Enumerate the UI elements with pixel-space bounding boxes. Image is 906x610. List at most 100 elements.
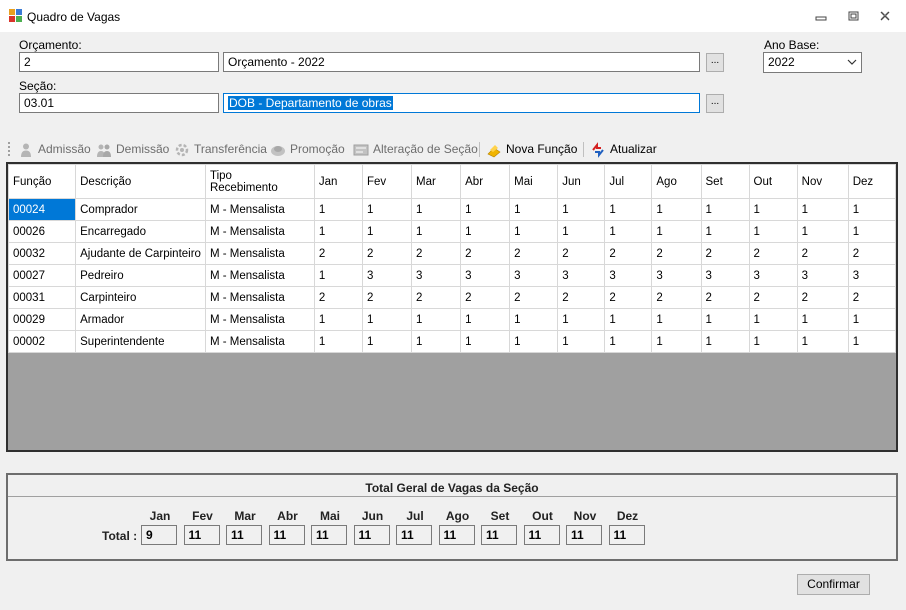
table-cell[interactable]: 1 bbox=[796, 308, 849, 331]
table-row[interactable]: 00026 Encarregado M - Mensalista 1 1 1 1 1 1 1 1 1 1… bbox=[8, 220, 896, 243]
total-value-field[interactable]: 11 bbox=[608, 525, 645, 545]
orcamento-code-field[interactable]: 2 bbox=[19, 52, 219, 72]
table-cell[interactable]: 2 bbox=[509, 286, 559, 309]
table-cell[interactable]: 1 bbox=[700, 220, 750, 243]
column-header[interactable]: Out bbox=[748, 164, 798, 199]
table-cell[interactable]: Ajudante de Carpinteiro bbox=[75, 242, 206, 265]
table-cell[interactable]: 1 bbox=[557, 220, 606, 243]
table-cell[interactable]: 1 bbox=[509, 308, 559, 331]
table-cell[interactable]: 3 bbox=[700, 264, 750, 287]
table-cell[interactable]: 2 bbox=[411, 242, 462, 265]
total-value-field[interactable]: 11 bbox=[311, 525, 347, 545]
table-cell[interactable]: 1 bbox=[748, 220, 798, 243]
table-cell[interactable]: 00002 bbox=[8, 330, 77, 353]
atualizar-button[interactable]: Atualizar bbox=[590, 141, 662, 159]
table-cell[interactable]: M - Mensalista bbox=[204, 286, 315, 309]
nova-funcao-button[interactable]: Nova Função bbox=[486, 141, 578, 159]
table-cell[interactable]: 2 bbox=[796, 286, 849, 309]
table-cell[interactable]: 1 bbox=[411, 198, 462, 221]
table-cell[interactable]: 1 bbox=[313, 330, 363, 353]
table-cell[interactable]: 2 bbox=[557, 242, 606, 265]
total-value-field[interactable]: 11 bbox=[481, 525, 517, 545]
secao-browse-button[interactable]: ... bbox=[706, 94, 724, 113]
table-cell[interactable]: 1 bbox=[748, 308, 798, 331]
table-cell[interactable]: 1 bbox=[361, 220, 413, 243]
table-cell[interactable]: 3 bbox=[557, 264, 606, 287]
table-cell[interactable]: 3 bbox=[748, 264, 798, 287]
table-row[interactable]: 00031 Carpinteiro M - Mensalista 2 2 2 2 2 2 2 2 2 2… bbox=[8, 286, 896, 309]
table-cell[interactable]: 1 bbox=[557, 308, 606, 331]
table-cell[interactable]: 00024 bbox=[8, 198, 77, 221]
column-header[interactable]: Fev bbox=[361, 164, 413, 199]
table-cell[interactable]: M - Mensalista bbox=[204, 198, 315, 221]
table-cell[interactable]: 2 bbox=[460, 286, 511, 309]
table-cell[interactable]: 3 bbox=[411, 264, 462, 287]
toolbar-grip[interactable] bbox=[8, 142, 11, 156]
table-cell[interactable]: 2 bbox=[313, 242, 363, 265]
table-cell[interactable]: 00029 bbox=[8, 308, 77, 331]
admissao-button[interactable]: Admissão bbox=[18, 141, 94, 159]
table-cell[interactable]: 1 bbox=[651, 308, 702, 331]
orcamento-description-field[interactable]: Orçamento - 2022 bbox=[223, 52, 700, 72]
total-value-field[interactable]: 11 bbox=[396, 525, 432, 545]
table-cell[interactable]: 1 bbox=[796, 330, 849, 353]
table-cell[interactable]: 2 bbox=[748, 242, 798, 265]
table-cell[interactable]: 1 bbox=[651, 198, 702, 221]
ano-base-select[interactable]: 2022 bbox=[763, 52, 862, 73]
table-cell[interactable]: 00032 bbox=[8, 242, 77, 265]
total-value-field[interactable]: 11 bbox=[353, 525, 390, 545]
table-cell[interactable]: 1 bbox=[604, 198, 653, 221]
table-cell[interactable]: 1 bbox=[651, 220, 702, 243]
column-header[interactable]: Mar bbox=[411, 164, 462, 199]
table-cell[interactable]: 2 bbox=[361, 242, 413, 265]
total-value-field[interactable]: 11 bbox=[268, 525, 305, 545]
table-cell[interactable]: 3 bbox=[460, 264, 511, 287]
table-cell[interactable]: Superintendente bbox=[75, 330, 206, 353]
table-cell[interactable]: 2 bbox=[651, 286, 702, 309]
confirm-button[interactable]: Confirmar bbox=[797, 574, 870, 595]
table-cell[interactable]: Carpinteiro bbox=[75, 286, 206, 309]
column-header[interactable]: Dez bbox=[847, 164, 896, 199]
column-header[interactable]: Set bbox=[700, 164, 750, 199]
table-cell[interactable]: 2 bbox=[411, 286, 462, 309]
table-cell[interactable]: 2 bbox=[557, 286, 606, 309]
table-cell[interactable]: 2 bbox=[748, 286, 798, 309]
table-cell[interactable]: 2 bbox=[509, 242, 559, 265]
table-cell[interactable]: 1 bbox=[847, 330, 896, 353]
maximize-icon[interactable] bbox=[845, 9, 861, 23]
table-row[interactable]: 00029 Armador M - Mensalista 1 1 1 1 1 1 1 1 1 1 1 1 bbox=[8, 308, 896, 331]
table-cell[interactable]: 2 bbox=[700, 242, 750, 265]
total-value-field[interactable]: 11 bbox=[566, 525, 602, 545]
table-cell[interactable]: 1 bbox=[604, 330, 653, 353]
column-header[interactable]: Jun bbox=[557, 164, 606, 199]
table-cell[interactable]: 1 bbox=[651, 330, 702, 353]
table-cell[interactable]: 2 bbox=[847, 242, 896, 265]
table-cell[interactable]: 1 bbox=[847, 198, 896, 221]
table-cell[interactable]: 2 bbox=[604, 242, 653, 265]
minimize-icon[interactable] bbox=[813, 9, 829, 23]
table-cell[interactable]: 2 bbox=[700, 286, 750, 309]
total-value-field[interactable]: 11 bbox=[523, 525, 560, 545]
table-cell[interactable]: 1 bbox=[460, 220, 511, 243]
table-cell[interactable]: M - Mensalista bbox=[204, 264, 315, 287]
table-cell[interactable]: 1 bbox=[509, 198, 559, 221]
table-cell[interactable]: Encarregado bbox=[75, 220, 206, 243]
table-cell[interactable]: 3 bbox=[796, 264, 849, 287]
table-cell[interactable]: 1 bbox=[411, 330, 462, 353]
table-cell[interactable]: 2 bbox=[460, 242, 511, 265]
total-value-field[interactable]: 11 bbox=[226, 525, 262, 545]
table-cell[interactable]: 1 bbox=[700, 330, 750, 353]
column-header[interactable]: Nov bbox=[796, 164, 849, 199]
table-cell[interactable]: 1 bbox=[313, 308, 363, 331]
orcamento-browse-button[interactable]: ... bbox=[706, 53, 724, 72]
table-cell[interactable]: M - Mensalista bbox=[204, 308, 315, 331]
table-cell[interactable]: 1 bbox=[411, 308, 462, 331]
table-cell[interactable]: 2 bbox=[361, 286, 413, 309]
total-value-field[interactable]: 11 bbox=[438, 525, 475, 545]
column-header[interactable]: Abr bbox=[460, 164, 511, 199]
table-cell[interactable]: 1 bbox=[509, 220, 559, 243]
table-cell[interactable]: 1 bbox=[313, 198, 363, 221]
table-cell[interactable]: 1 bbox=[748, 198, 798, 221]
table-row[interactable]: 00002 Superintendente M - Mensalista 1 1 1 1 1 1… bbox=[8, 330, 896, 353]
table-cell[interactable]: 1 bbox=[411, 220, 462, 243]
